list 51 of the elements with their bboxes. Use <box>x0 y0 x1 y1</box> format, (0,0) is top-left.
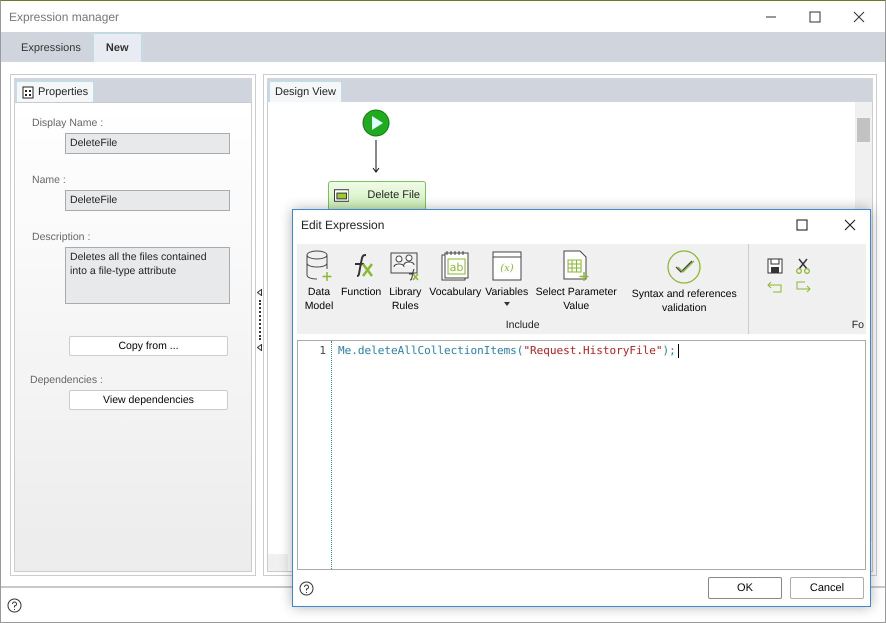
ribbon-button[interactable]: Function <box>339 248 384 301</box>
view-dependencies-button[interactable]: View dependencies <box>69 390 228 410</box>
ribbon-button[interactable]: Library Rules <box>383 248 428 315</box>
field-label: Name : <box>32 174 67 186</box>
dialog-title: Edit Expression <box>301 218 384 232</box>
close-icon[interactable] <box>844 219 856 231</box>
scrollbar[interactable] <box>268 554 288 571</box>
field-label: Description : <box>32 231 92 243</box>
spreadsheet-icon <box>562 250 590 282</box>
window-title: Expression manager <box>9 10 120 24</box>
database-icon <box>305 250 333 282</box>
description-field[interactable]: Deletes all the files contained into a file-type attribute <box>65 247 230 304</box>
collapse-icon[interactable] <box>257 344 262 351</box>
screen-icon <box>334 189 350 202</box>
field-label: Display Name : <box>32 117 104 129</box>
properties-tab[interactable]: Properties <box>16 81 94 102</box>
connector-arrow <box>371 140 381 174</box>
group-label: Include <box>506 319 540 331</box>
group-label: Fo <box>852 319 864 331</box>
help-icon[interactable] <box>7 598 22 612</box>
close-icon[interactable] <box>853 10 865 22</box>
help-icon[interactable] <box>299 580 314 596</box>
node-label: Delete File <box>367 189 420 201</box>
variables-icon: (x) <box>492 250 522 282</box>
maximize-icon[interactable] <box>809 10 821 22</box>
cut-icon[interactable] <box>795 258 812 274</box>
maximize-icon[interactable] <box>796 219 808 231</box>
collapse-icon[interactable] <box>257 289 262 296</box>
input-field[interactable]: DeleteFile <box>65 133 230 154</box>
properties-icon <box>22 86 34 98</box>
cancel-button[interactable]: Cancel <box>790 577 864 599</box>
validation-icon <box>667 250 702 284</box>
ribbon-button[interactable]: Data Model <box>299 248 339 315</box>
library-rules-icon <box>390 250 420 282</box>
task-node[interactable]: Delete File <box>328 181 426 211</box>
save-icon[interactable] <box>767 258 784 274</box>
tab[interactable]: New <box>92 33 142 62</box>
code-line: Me.deleteAllCollectionItems("Request.HistoryFile"); <box>338 344 676 358</box>
line-number: 1 <box>318 344 326 358</box>
ribbon-button[interactable]: Select Parameter Value <box>530 248 622 315</box>
tab[interactable]: Expressions <box>9 33 93 62</box>
input-field[interactable]: DeleteFile <box>65 190 230 211</box>
ribbon-button[interactable]: ab Vocabulary <box>427 248 484 301</box>
copy-from-button[interactable]: Copy from ... <box>69 336 228 356</box>
ribbon-button[interactable]: (x) Variables <box>483 248 530 308</box>
ok-button[interactable]: OK <box>708 577 782 599</box>
ribbon-button[interactable]: Syntax and references validation <box>622 248 746 317</box>
code-editor[interactable]: 1 Me.deleteAllCollectionItems("Request.HistoryFile"); <box>297 340 866 570</box>
properties-tab-label: Properties <box>38 86 88 98</box>
dependencies-label: Dependencies : <box>30 374 104 386</box>
design-view-tab[interactable]: Design View <box>269 81 342 102</box>
